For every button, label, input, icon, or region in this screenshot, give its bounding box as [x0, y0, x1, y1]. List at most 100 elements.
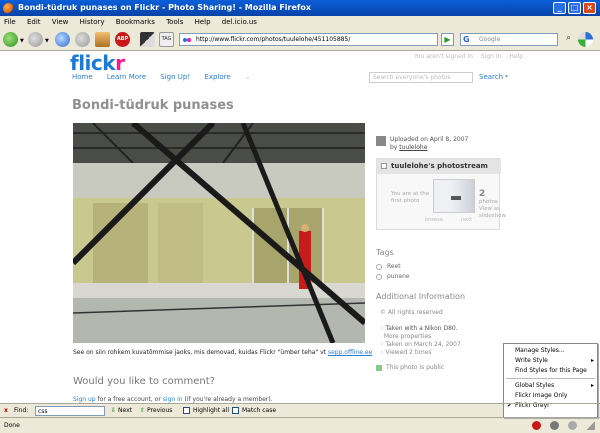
- signup-text: Sign up for a free account, or sign in (…: [73, 396, 273, 403]
- find-input[interactable]: css: [35, 406, 105, 416]
- tags-heading: Tags: [376, 248, 394, 257]
- nav-sign-up[interactable]: Sign Up!: [160, 73, 190, 81]
- delicious-icon[interactable]: [578, 32, 593, 47]
- resize-grip-icon[interactable]: [586, 421, 595, 430]
- camera-info: ◦ Taken with a Nikon D80. More propertie…: [380, 325, 458, 340]
- menu-write-style[interactable]: Write Style ▸: [504, 356, 597, 366]
- url-text: http://www.flickr.com/photos/tuulelohe/4…: [196, 36, 351, 43]
- nav-learn-more[interactable]: Learn More: [107, 73, 146, 81]
- menu-view[interactable]: View: [52, 18, 69, 26]
- nav-home[interactable]: Home: [72, 73, 93, 81]
- close-button[interactable]: ×: [583, 2, 596, 14]
- help-link[interactable]: Help: [509, 53, 523, 60]
- google-icon[interactable]: G: [463, 35, 470, 44]
- window-title: Bondi-tüdruk punases on Flickr - Photo S…: [18, 3, 312, 12]
- find-previous-button[interactable]: ⇧ Previous: [140, 404, 172, 418]
- tag-icon: [376, 273, 382, 280]
- menu-history[interactable]: History: [80, 18, 105, 26]
- flickr-search-button[interactable]: Search: [479, 73, 503, 81]
- uploaded-date: Uploaded on April 8, 2007: [390, 136, 469, 143]
- stylish-icon[interactable]: [550, 421, 559, 430]
- menu-edit[interactable]: Edit: [27, 18, 41, 26]
- flickr-logo[interactable]: flickr: [70, 51, 125, 75]
- search-icon[interactable]: ⌕: [566, 33, 571, 44]
- flickr-search-input[interactable]: Search everyone's photos: [369, 72, 473, 83]
- menu-find-styles[interactable]: Find Styles for this Page: [504, 366, 597, 376]
- photo-caption: See on siin rohkem kuvatõmmise jaoks, mi…: [73, 348, 373, 357]
- caption-text: See on siin rohkem kuvatõmmise jaoks, mi…: [73, 349, 327, 356]
- sign-in-link[interactable]: Sign In: [481, 53, 502, 60]
- menu-bookmarks[interactable]: Bookmarks: [116, 18, 155, 26]
- menu-help[interactable]: Help: [195, 18, 211, 26]
- photostream-box: tuulelohe's photostream You are at the f…: [376, 158, 506, 230]
- search-placeholder: Google: [479, 36, 501, 43]
- search-bar[interactable]: G Google ⌕: [460, 33, 571, 46]
- back-dropdown-icon[interactable]: ▼: [20, 38, 24, 44]
- forward-dropdown-icon[interactable]: ▼: [45, 38, 49, 44]
- highlight-all-checkbox[interactable]: Highlight all: [183, 404, 229, 418]
- views-info: ◦ Viewed 2 times: [380, 349, 432, 356]
- title-bar: Bondi-tüdruk punases on Flickr - Photo S…: [0, 0, 600, 16]
- comment-heading: Would you like to comment?: [73, 376, 215, 387]
- tag-item[interactable]: punane: [376, 273, 410, 280]
- nav-explore[interactable]: Explore: [204, 73, 230, 81]
- public-status: This photo is public: [376, 364, 444, 371]
- find-bar: x Find: css ⇩ Next ⇧ Previous Highlight al…: [0, 403, 600, 417]
- back-icon[interactable]: [3, 32, 18, 47]
- menu-delicious[interactable]: del.icio.us: [222, 18, 257, 26]
- caption-link[interactable]: sepp.offline.ee: [328, 349, 372, 356]
- reload-icon[interactable]: [55, 32, 70, 47]
- menu-separator: [506, 378, 595, 379]
- status-text: Done: [4, 422, 20, 429]
- photo-count: 2: [479, 189, 486, 199]
- tag-icon: [376, 263, 382, 270]
- find-next-button[interactable]: ⇩ Next: [111, 404, 132, 418]
- url-bar[interactable]: http://www.flickr.com/photos/tuulelohe/4…: [179, 33, 438, 46]
- more-properties-link[interactable]: More properties: [384, 333, 431, 340]
- menu-bar: File Edit View History Bookmarks Tools H…: [0, 16, 600, 29]
- photostream-thumbnail[interactable]: [433, 179, 475, 213]
- adblock-icon[interactable]: ABP: [115, 32, 130, 47]
- close-find-icon[interactable]: x: [4, 404, 8, 418]
- explore-dropdown-icon[interactable]: ⌄: [245, 73, 251, 81]
- go-button[interactable]: ▶: [441, 33, 454, 46]
- public-icon: [376, 364, 382, 371]
- maximize-button[interactable]: □: [568, 2, 581, 14]
- tag-button[interactable]: TAG: [159, 32, 174, 47]
- uploader-link[interactable]: tuulelohe: [399, 144, 427, 151]
- submenu-arrow-icon: ▸: [590, 357, 594, 364]
- uploader-avatar[interactable]: [376, 136, 386, 146]
- browse-link[interactable]: browse: [425, 217, 443, 223]
- submenu-arrow-icon: ▸: [590, 382, 594, 389]
- firefox-icon: [3, 3, 14, 14]
- tag-item[interactable]: Reet: [376, 263, 401, 270]
- security-icon[interactable]: [568, 421, 577, 430]
- menu-global-styles[interactable]: Global Styles ▸: [504, 381, 597, 391]
- flickr-favicon: [183, 36, 191, 44]
- signin-links: You aren't signed in Sign In Help: [414, 53, 529, 60]
- signup-link[interactable]: Sign up: [73, 396, 96, 403]
- menu-flickr-image-only[interactable]: Flickr Image Only: [504, 391, 597, 401]
- collapse-icon[interactable]: [381, 163, 387, 169]
- photostream-header[interactable]: tuulelohe's photostream: [377, 159, 501, 174]
- signin-link-2[interactable]: sign in: [163, 396, 183, 403]
- bookmark-page-icon[interactable]: [140, 32, 155, 47]
- photostream-nav: browse next: [425, 217, 490, 223]
- info-heading: Additional Information: [376, 292, 466, 301]
- search-help-icon[interactable]: ▾: [505, 73, 508, 80]
- match-case-checkbox[interactable]: Match case: [232, 404, 276, 418]
- rights-info: © All rights reserved: [380, 309, 443, 316]
- photo-title: Bondi-tüdruk punases: [72, 98, 234, 113]
- menu-file[interactable]: File: [4, 18, 16, 26]
- flickr-nav: Home Learn More Sign Up! Explore ⌄: [72, 73, 263, 81]
- home-icon[interactable]: [95, 32, 110, 47]
- adblock-status-icon[interactable]: [532, 421, 541, 430]
- menu-manage-styles[interactable]: Manage Styles...: [504, 346, 597, 356]
- next-link[interactable]: next: [461, 217, 472, 223]
- up-arrow-icon: ⇧: [140, 407, 146, 414]
- stop-icon[interactable]: [75, 32, 90, 47]
- forward-icon[interactable]: [28, 32, 43, 47]
- menu-tools[interactable]: Tools: [166, 18, 183, 26]
- minimize-button[interactable]: _: [553, 2, 566, 14]
- browser-window: Bondi-tüdruk punases on Flickr - Photo S…: [0, 0, 600, 433]
